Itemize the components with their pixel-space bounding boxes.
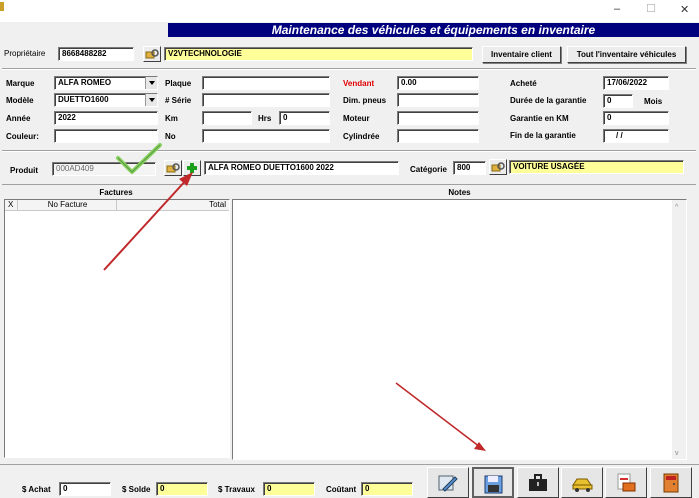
col-total-header[interactable]: Total: [118, 200, 226, 209]
garantie-km-label: Garantie en KM: [510, 114, 569, 123]
plaque-label: Plaque: [165, 79, 192, 88]
scroll-down-icon[interactable]: v: [675, 450, 679, 457]
produit-lookup-button[interactable]: [164, 160, 182, 176]
col-x-header[interactable]: X: [8, 200, 18, 210]
search-folder-icon: [166, 163, 180, 173]
moteur-label: Moteur: [343, 114, 370, 123]
vendant-field[interactable]: 0.00: [397, 76, 479, 90]
categorie-code-field[interactable]: 800: [453, 161, 486, 175]
produit-description-field[interactable]: ALFA ROMEO DUETTO1600 2022: [204, 161, 399, 175]
produit-code-field[interactable]: 000AD409: [52, 162, 156, 176]
col-no-facture-header[interactable]: No Facture: [19, 200, 117, 210]
briefcase-button[interactable]: [517, 467, 559, 498]
notes-header: Notes: [448, 188, 471, 197]
briefcase-icon: [529, 474, 547, 491]
marque-select[interactable]: ALFA ROMEO: [54, 76, 158, 90]
owner-id-field[interactable]: 8668488282: [58, 47, 134, 61]
all-inventory-button[interactable]: Tout l'inventaire véhicules: [567, 46, 686, 63]
vendant-label: Vendant: [343, 79, 375, 88]
no-field[interactable]: [202, 129, 330, 143]
factures-header: Factures: [99, 188, 133, 197]
solde-label: $ Solde: [122, 485, 151, 494]
achete-field[interactable]: 17/06/2022: [603, 76, 669, 90]
edit-button[interactable]: [427, 467, 469, 498]
maximize-button[interactable]: ☐: [646, 2, 656, 15]
produit-label: Produit: [10, 166, 38, 175]
no-label: No: [165, 132, 176, 141]
produit-add-button[interactable]: [183, 160, 201, 176]
categorie-name-field[interactable]: VOITURE USAGÉE: [509, 160, 684, 174]
modele-select[interactable]: DUETTO1600: [54, 93, 158, 107]
achat-label: $ Achat: [22, 485, 51, 494]
owner-lookup-button[interactable]: [143, 46, 161, 62]
notes-textarea[interactable]: ^ v: [232, 199, 687, 460]
serie-field[interactable]: [202, 93, 330, 107]
car-icon: [572, 478, 593, 492]
close-button[interactable]: ✕: [680, 3, 689, 16]
travaux-label: $ Travaux: [218, 485, 255, 494]
achete-label: Acheté: [510, 79, 537, 88]
solde-field[interactable]: 0: [156, 482, 208, 496]
pneus-label: Dim. pneus: [343, 96, 387, 105]
km-field[interactable]: [202, 111, 252, 125]
chevron-down-icon[interactable]: [145, 77, 157, 89]
exit-door-icon: [663, 473, 679, 493]
annee-field[interactable]: 2022: [54, 111, 158, 125]
vehicle-button[interactable]: [561, 467, 603, 498]
divider: [2, 68, 696, 70]
factures-table-header: X No Facture Total: [5, 200, 229, 211]
marque-label: Marque: [6, 79, 35, 88]
fin-garantie-label: Fin de la garantie: [510, 131, 576, 140]
hrs-field[interactable]: 0: [279, 111, 330, 125]
categorie-lookup-button[interactable]: [489, 159, 507, 175]
coutant-field[interactable]: 0: [361, 482, 413, 496]
garantie-km-field[interactable]: 0: [603, 111, 669, 125]
divider: [2, 150, 696, 152]
couleur-field[interactable]: [54, 129, 158, 143]
duree-label: Durée de la garantie: [510, 96, 587, 105]
owner-label: Propriétaire: [4, 49, 46, 58]
client-inventory-button[interactable]: Inventaire client: [482, 46, 561, 63]
coutant-label: Coûtant: [326, 485, 357, 494]
moteur-field[interactable]: [397, 111, 479, 125]
cylindree-field[interactable]: [397, 129, 479, 143]
save-button[interactable]: [472, 467, 514, 498]
serie-label: # Série: [165, 96, 192, 105]
owner-name-field[interactable]: V2VTECHNOLOGIE: [164, 47, 473, 61]
duree-field[interactable]: 0: [603, 94, 633, 108]
travaux-field[interactable]: 0: [263, 482, 315, 496]
scroll-up-icon[interactable]: ^: [675, 204, 678, 211]
achat-field[interactable]: 0: [59, 482, 111, 496]
search-folder-icon: [145, 49, 159, 59]
print-button[interactable]: [605, 467, 647, 498]
plaque-field[interactable]: [202, 76, 330, 90]
search-folder-icon: [491, 162, 505, 172]
couleur-label: Couleur:: [6, 132, 39, 141]
plus-icon: [187, 163, 197, 173]
window-titlebar: – ☐ ✕: [0, 0, 699, 22]
modele-value: DUETTO1600: [58, 95, 109, 104]
hrs-label: Hrs: [258, 114, 272, 123]
pneus-field[interactable]: [397, 93, 479, 107]
exit-button[interactable]: [650, 467, 692, 498]
marque-value: ALFA ROMEO: [58, 78, 112, 87]
app-icon: [0, 2, 4, 11]
pencil-icon: [438, 475, 458, 492]
cylindree-label: Cylindrée: [343, 132, 380, 141]
mois-label: Mois: [644, 97, 663, 106]
km-label: Km: [165, 114, 178, 123]
minimize-button[interactable]: –: [614, 3, 620, 15]
chevron-down-icon[interactable]: [145, 94, 157, 106]
categorie-label: Catégorie: [410, 165, 447, 174]
fin-garantie-field[interactable]: / /: [603, 129, 669, 143]
annee-label: Année: [6, 114, 31, 123]
modele-label: Modèle: [6, 96, 34, 105]
form-title: Maintenance des véhicules et équipements…: [168, 23, 699, 37]
notes-scrollbar[interactable]: ^ v: [672, 200, 686, 459]
floppy-disk-icon: [484, 475, 503, 494]
document-print-icon: [617, 473, 636, 492]
factures-table: X No Facture Total: [4, 199, 230, 458]
